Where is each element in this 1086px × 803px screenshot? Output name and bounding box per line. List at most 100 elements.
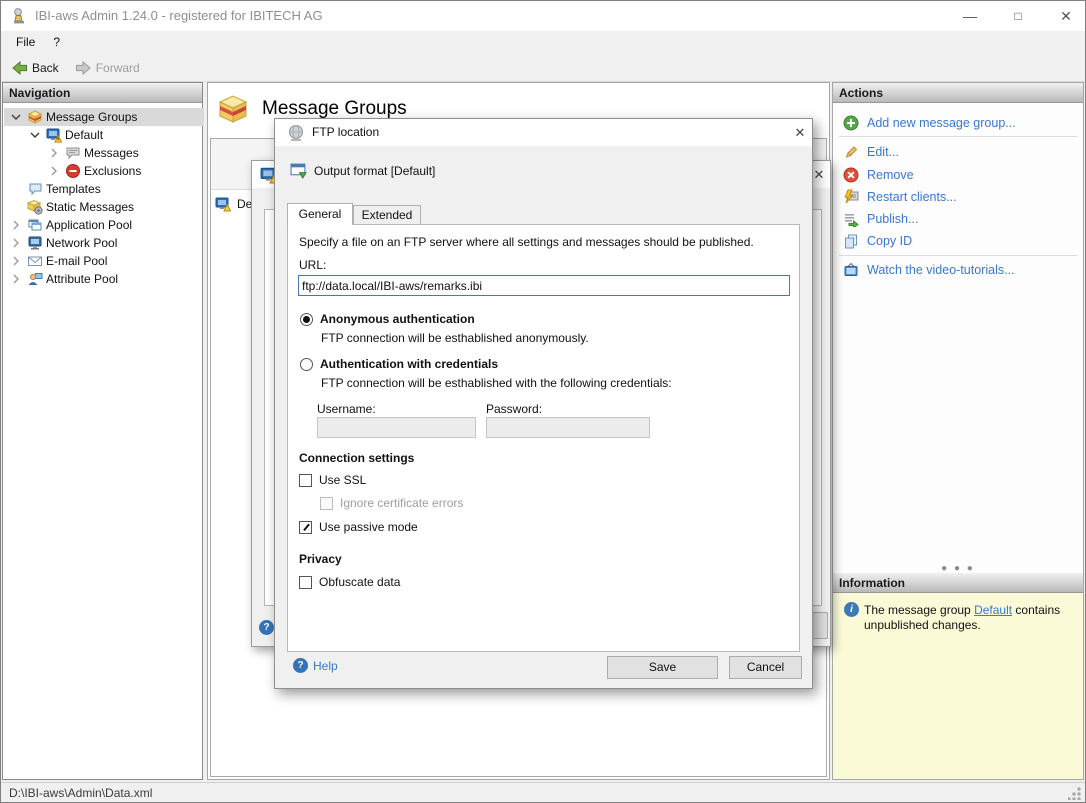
help-icon: ? [293, 658, 308, 673]
application-pool-icon [28, 219, 42, 231]
anonymous-description: FTP connection will be esthablished anon… [321, 331, 589, 345]
info-icon: i [844, 602, 859, 617]
back-button[interactable]: Back [3, 55, 67, 81]
publish-icon [845, 214, 859, 227]
cancel-button[interactable]: Cancel [729, 656, 802, 679]
checkbox-obfuscate-data[interactable]: Obfuscate data [299, 575, 400, 589]
help-link[interactable]: ? Help [293, 658, 338, 673]
main-toolbar: Back Forward [1, 54, 1085, 82]
ftp-location-icon [289, 125, 303, 141]
general-tab-panel: Specify a file on an FTP server where al… [287, 224, 800, 652]
default-group-icon [215, 197, 231, 212]
action-edit[interactable]: Edit... [843, 143, 899, 161]
window-title: IBI-aws Admin 1.24.0 - registered for IB… [35, 8, 323, 23]
templates-icon [29, 183, 42, 196]
checkbox-ignore-certificate-errors: Ignore certificate errors [320, 496, 463, 510]
help-icon: ? [259, 620, 274, 635]
action-remove[interactable]: Remove [843, 166, 914, 184]
action-restart-clients[interactable]: Restart clients... [843, 188, 957, 206]
checkbox-checked-icon[interactable] [299, 520, 312, 534]
ftp-dialog-title: FTP location [312, 125, 380, 139]
action-copy-id[interactable]: Copy ID [843, 232, 912, 250]
checkbox-use-ssl[interactable]: Use SSL [299, 473, 366, 487]
sidebar-item-attribute-pool[interactable]: Attribute Pool [4, 270, 204, 288]
url-label: URL: [299, 258, 327, 272]
privacy-header: Privacy [299, 552, 342, 566]
chevron-right-icon[interactable] [8, 253, 24, 269]
username-input [317, 417, 476, 438]
actions-separator [839, 136, 1077, 137]
chevron-down-icon[interactable] [8, 109, 24, 125]
username-label: Username: [317, 402, 376, 416]
menu-file[interactable]: File [7, 31, 44, 54]
chevron-right-icon[interactable] [8, 217, 24, 233]
messages-icon [66, 147, 80, 160]
checkbox-icon[interactable] [299, 473, 312, 487]
back-icon [12, 60, 27, 75]
action-publish[interactable]: Publish... [843, 210, 918, 228]
radio-authentication-credentials[interactable]: Authentication with credentials [300, 357, 498, 371]
sidebar-item-static-messages[interactable]: Static Messages [4, 198, 223, 216]
sidebar-item-label: Static Messages [46, 200, 135, 214]
output-format-label: Output format [Default] [314, 163, 436, 178]
close-button[interactable]: ✕ [1047, 1, 1085, 31]
titlebar: IBI-aws Admin 1.24.0 - registered for IB… [1, 1, 1085, 31]
restart-clients-icon [844, 189, 859, 204]
status-path: D:\IBI-aws\Admin\Data.xml [9, 786, 153, 800]
menubar: File ? [1, 31, 1085, 54]
radio-anonymous-authentication[interactable]: Anonymous authentication [300, 312, 475, 326]
default-group-link[interactable]: Default [974, 603, 1012, 617]
maximize-button[interactable]: □ [999, 1, 1037, 31]
sidebar-item-application-pool[interactable]: Application Pool [4, 216, 204, 234]
message-groups-page-icon [218, 95, 248, 123]
navigation-panel: Navigation Message Groups Default Messag… [2, 82, 204, 780]
network-pool-icon [28, 236, 42, 250]
save-button[interactable]: Save [607, 656, 718, 679]
ftp-intro-text: Specify a file on an FTP server where al… [299, 235, 754, 249]
ftp-location-dialog: FTP location ✕ Output format [Default] G… [274, 118, 813, 689]
actions-separator [839, 255, 1077, 256]
checkbox-disabled-icon [320, 496, 333, 510]
actions-header: Actions [833, 83, 1083, 103]
password-input [486, 417, 650, 438]
output-format-icon [290, 163, 307, 179]
menu-help[interactable]: ? [44, 31, 69, 54]
actions-panel: Actions Add new message group... Edit...… [832, 82, 1084, 780]
tab-general[interactable]: General [287, 203, 353, 225]
chevron-right-icon[interactable] [8, 271, 24, 287]
chevron-right-icon[interactable] [46, 145, 62, 161]
information-header: Information [833, 573, 1083, 593]
ftp-dialog-close-button[interactable]: ✕ [791, 124, 809, 142]
sidebar-item-network-pool[interactable]: Network Pool [4, 234, 204, 252]
sidebar-item-label: Attribute Pool [46, 272, 119, 286]
sidebar-item-default[interactable]: Default [4, 126, 223, 144]
sidebar-item-label: Default [65, 128, 104, 142]
action-add-new-message-group[interactable]: Add new message group... [843, 114, 1016, 132]
window-frame: IBI-aws Admin 1.24.0 - registered for IB… [0, 0, 1086, 803]
sidebar-item-message-groups[interactable]: Message Groups [4, 108, 204, 126]
checkbox-icon[interactable] [299, 575, 312, 589]
sidebar-item-templates[interactable]: Templates [4, 180, 223, 198]
chevron-down-icon[interactable] [27, 127, 43, 143]
resize-grip[interactable] [1068, 787, 1081, 800]
pencil-icon [845, 146, 858, 158]
action-watch-video-tutorials[interactable]: Watch the video-tutorials... [843, 261, 1015, 279]
sidebar-item-label: Messages [84, 146, 139, 160]
sidebar-item-email-pool[interactable]: E-mail Pool [4, 252, 204, 270]
url-input[interactable] [298, 275, 790, 296]
connection-settings-header: Connection settings [299, 451, 415, 465]
chevron-right-icon[interactable] [8, 235, 24, 251]
radio-selected-icon[interactable] [300, 312, 313, 326]
tab-extended[interactable]: Extended [353, 205, 421, 225]
statusbar: D:\IBI-aws\Admin\Data.xml [1, 782, 1085, 802]
minimize-button[interactable]: — [951, 1, 989, 31]
remove-icon [843, 167, 859, 183]
credentials-description: FTP connection will be esthablished with… [321, 376, 672, 390]
tv-icon [844, 263, 858, 276]
radio-unselected-icon[interactable] [300, 357, 313, 371]
checkbox-use-passive-mode[interactable]: Use passive mode [299, 520, 418, 534]
chevron-right-icon[interactable] [46, 163, 62, 179]
navigation-header: Navigation [3, 83, 202, 103]
navigation-tree: Message Groups Default Messages Exclusio… [3, 103, 204, 779]
password-label: Password: [486, 402, 543, 416]
